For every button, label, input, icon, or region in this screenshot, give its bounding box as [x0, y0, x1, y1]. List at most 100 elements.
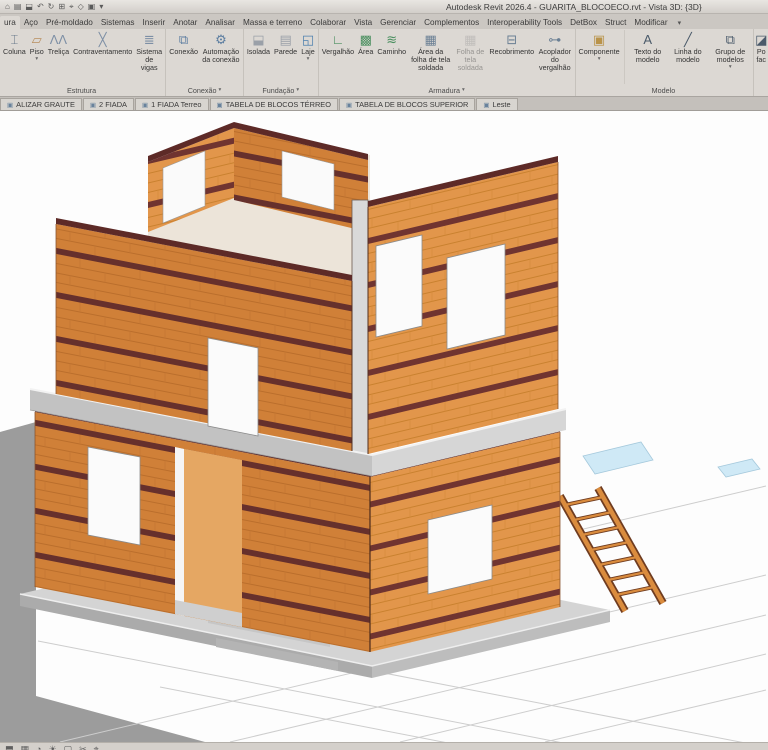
panel-label-fundacao[interactable]: Fundação ▾ — [245, 84, 317, 96]
por-face-button-cutoff[interactable]: ◪ Po fac — [754, 30, 768, 84]
tab-anotar[interactable]: Anotar — [169, 16, 201, 29]
model-line-icon: ╱ — [683, 32, 692, 47]
undo-icon[interactable]: ↶ — [37, 1, 44, 13]
view-tab-tabela-blocos-superior[interactable]: ▣ TABELA DE BLOCOS SUPERIOR — [338, 98, 476, 110]
tab-estrutura[interactable]: ura — [0, 16, 20, 29]
door-opening[interactable] — [175, 447, 242, 627]
caminho-label: Caminho — [377, 47, 407, 56]
tab-pre-moldado[interactable]: Pré-moldado — [42, 16, 97, 29]
texto-do-modelo-label: Texto do modelo — [634, 47, 662, 65]
tab-modificar[interactable]: Modificar — [630, 16, 671, 29]
upper-right-window-2[interactable] — [446, 243, 506, 350]
isolada-label: Isolada — [246, 47, 270, 56]
app-home-icon[interactable]: ⌂ — [5, 1, 10, 13]
tab-inserir[interactable]: Inserir — [139, 16, 170, 29]
tab-detbox[interactable]: DetBox — [566, 16, 601, 29]
caminho-button[interactable]: ≋ Caminho — [375, 30, 408, 84]
componente-dropdown-icon[interactable]: ▾ — [598, 56, 601, 62]
tab-complementos[interactable]: Complementos — [420, 16, 483, 29]
tab-aco[interactable]: Aço — [20, 16, 42, 29]
connection-icon: ⧉ — [178, 32, 189, 47]
sistema-de-vigas-button[interactable]: ≣ Sistema de vigas — [134, 30, 164, 84]
shadows-icon[interactable]: ▢ — [64, 744, 73, 750]
foundation-slab-icon: ◱ — [301, 32, 315, 47]
print-icon[interactable]: ⊞ — [58, 1, 65, 13]
brace-icon: ╳ — [98, 32, 107, 47]
piso-button[interactable]: ▱ Piso ▾ — [28, 30, 46, 84]
beam-system-icon: ≣ — [143, 32, 155, 47]
ladder[interactable] — [556, 486, 667, 613]
tab-colaborar[interactable]: Colaborar — [306, 16, 350, 29]
corner-column[interactable] — [351, 199, 369, 455]
panel-arrow-icon: ▾ — [218, 87, 222, 93]
default-3d-view-icon[interactable]: ▣ — [88, 1, 96, 13]
crop-region-icon[interactable]: ⌖ — [94, 744, 99, 750]
panel-label-armadura[interactable]: Armadura ▾ — [320, 84, 574, 96]
view-tab-1-fiada-terreo[interactable]: ▣ 1 FIADA Terreo — [134, 98, 209, 110]
detail-level-icon[interactable]: ▦ — [21, 744, 30, 750]
qat-customize-icon[interactable]: ▾ — [99, 1, 103, 13]
open-icon[interactable]: ▤ — [14, 1, 22, 13]
ribbon-collapse-icon[interactable]: ▾ — [675, 17, 685, 29]
acoplador-label: Acoplador do vergalhão — [538, 47, 572, 73]
visual-style-icon[interactable]: ◔ — [36, 744, 41, 750]
3d-scene[interactable] — [0, 111, 768, 742]
grupo-dropdown-icon[interactable]: ▾ — [729, 64, 732, 70]
laje-button[interactable]: ◱ Laje ▾ — [299, 30, 317, 84]
grupo-de-modelos-button[interactable]: ⧉ Grupo de modelos ▾ — [708, 30, 752, 84]
recobrimento-button[interactable]: ⊟ Recobrimento — [487, 30, 536, 84]
glass-panel[interactable] — [582, 441, 761, 478]
coluna-label: Coluna — [3, 47, 26, 56]
sistema-de-vigas-label: Sistema de vigas — [136, 47, 163, 73]
area-da-folha-de-tela-soldada-button[interactable]: ▦ Área da folha de tela soldada — [408, 30, 453, 84]
tab-analisar[interactable]: Analisar — [201, 16, 239, 29]
coluna-button[interactable]: ⌶ Coluna — [1, 30, 28, 84]
tab-sistemas[interactable]: Sistemas — [97, 16, 139, 29]
panel-label-conexao[interactable]: Conexão ▾ — [167, 84, 242, 96]
tab-gerenciar[interactable]: Gerenciar — [376, 16, 420, 29]
view-tab-tabela-blocos-terreo[interactable]: ▣ TABELA DE BLOCOS TÉRREO — [209, 98, 338, 110]
redo-icon[interactable]: ↻ — [48, 1, 55, 13]
view-tab-leste[interactable]: ▣ Leste — [476, 98, 518, 110]
scale-icon[interactable]: ⬒ — [5, 744, 14, 750]
conexao-button[interactable]: ⧉ Conexão — [167, 30, 200, 84]
tab-vista[interactable]: Vista — [350, 16, 376, 29]
crop-view-icon[interactable]: ✂ — [79, 744, 87, 750]
wall-footing-icon: ▤ — [279, 32, 292, 47]
lower-left-window[interactable] — [87, 446, 141, 546]
linha-do-modelo-button[interactable]: ╱ Linha do modelo — [668, 30, 708, 84]
panel-label-estrutura[interactable]: Estrutura — [1, 84, 164, 96]
rebar-coupler-icon: ⊶ — [548, 32, 562, 47]
upper-left-window[interactable] — [207, 337, 259, 437]
tab-interoperability-tools[interactable]: Interoperability Tools — [483, 16, 566, 29]
window-title: Autodesk Revit 2026.4 - GUARITA_BLOCOECO… — [446, 2, 702, 12]
view-tab-2-fiada[interactable]: ▣ 2 FIADA — [82, 98, 134, 110]
texto-do-modelo-button[interactable]: A Texto do modelo — [628, 30, 668, 84]
view-tab-label: 1 FIADA Terreo — [151, 100, 202, 109]
automacao-da-conexao-button[interactable]: ⚙ Automação da conexão — [200, 30, 242, 84]
ribbon-panel-modelo: ▣ Componente ▾ A Texto do modelo ╱ Linha… — [576, 29, 755, 96]
upper-right-window-1[interactable] — [375, 234, 423, 338]
tab-massa-e-terreno[interactable]: Massa e terreno — [239, 16, 306, 29]
acoplador-do-vergalhao-button[interactable]: ⊶ Acoplador do vergalhão — [536, 30, 573, 84]
contraventamento-button[interactable]: ╳ Contraventamento — [71, 30, 134, 84]
trelica-button[interactable]: ΛΛ Treliça — [46, 30, 71, 84]
contraventamento-label: Contraventamento — [73, 47, 133, 56]
tab-struct[interactable]: Struct — [601, 16, 630, 29]
view-tab-visualizar-graute[interactable]: ▣ ALIZAR GRAUTE — [0, 98, 82, 110]
panel-label-modelo[interactable]: Modelo — [577, 84, 753, 96]
sun-settings-icon[interactable]: ☀ — [48, 744, 56, 750]
piso-dropdown-icon[interactable]: ▾ — [35, 56, 38, 62]
measure-icon[interactable]: ⌖ — [69, 1, 74, 13]
vergalhao-button[interactable]: ∟ Vergalhão — [320, 30, 356, 84]
area-button[interactable]: ▩ Área — [356, 30, 375, 84]
save-icon[interactable]: ⬓ — [25, 1, 33, 13]
parede-button[interactable]: ▤ Parede — [272, 30, 299, 84]
drawing-area-3d-view[interactable] — [0, 111, 768, 742]
lower-right-window[interactable] — [427, 504, 493, 595]
ribbon-tab-bar: ura Aço Pré-moldado Sistemas Inserir Ano… — [0, 14, 768, 29]
laje-dropdown-icon[interactable]: ▾ — [307, 56, 310, 62]
tag-icon[interactable]: ◇ — [78, 1, 84, 13]
componente-button[interactable]: ▣ Componente ▾ — [577, 30, 625, 84]
isolada-button[interactable]: ⬓ Isolada — [245, 30, 272, 84]
